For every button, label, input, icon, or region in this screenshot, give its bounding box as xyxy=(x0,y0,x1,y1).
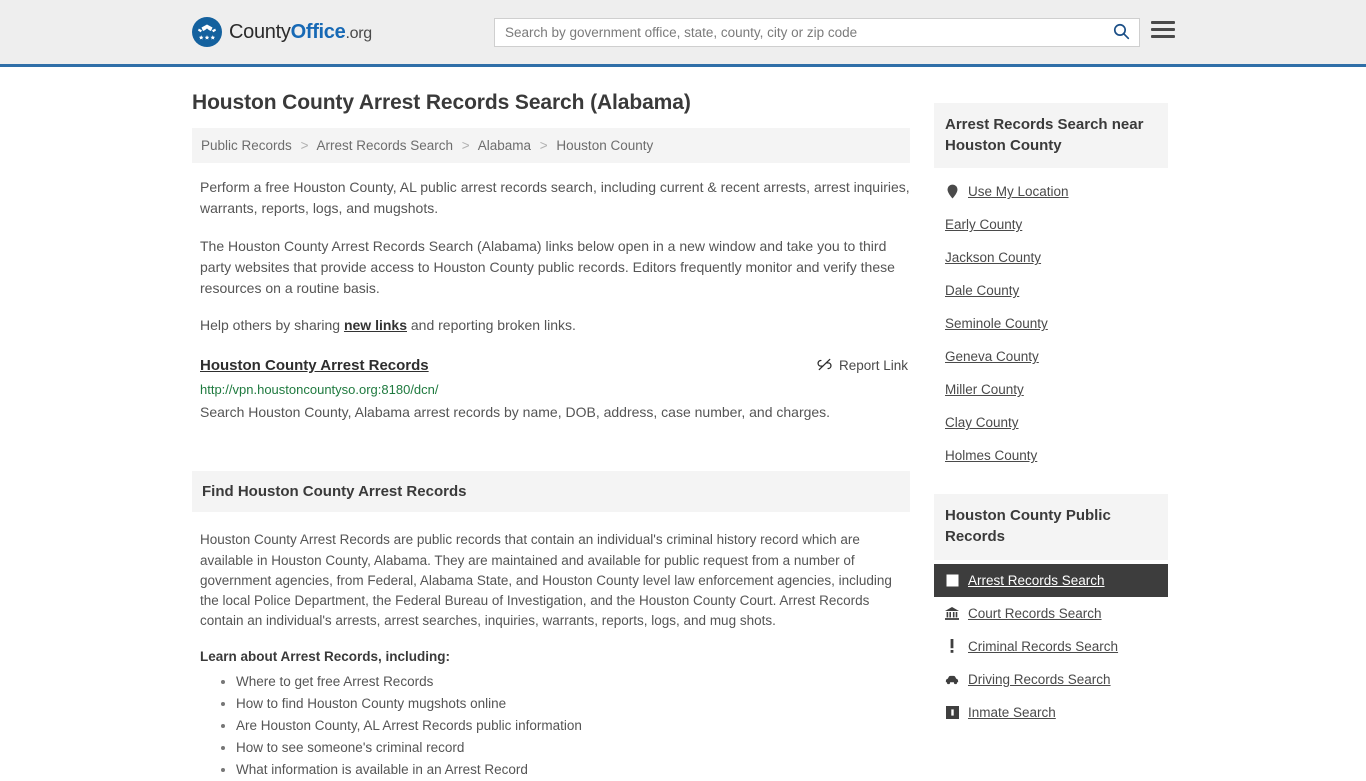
sidebar-item-arrest-records-search[interactable]: Arrest Records Search xyxy=(934,563,1168,597)
broken-link-icon xyxy=(817,357,832,375)
report-link-label: Report Link xyxy=(838,358,908,374)
hamburger-bar xyxy=(1151,28,1175,31)
sidebar-item-court-records-search[interactable]: Court Records Search xyxy=(934,597,1168,630)
sidebar-item-label[interactable]: Clay County xyxy=(945,415,1019,430)
sidebar-item-geneva-county[interactable]: Geneva County xyxy=(934,340,1168,373)
nearby-county-list: Use My Location Early County Jackson Cou… xyxy=(934,168,1168,472)
sidebar-item-seminole-county[interactable]: Seminole County xyxy=(934,307,1168,340)
main-content: Houston County Arrest Records Search (Al… xyxy=(192,67,910,781)
breadcrumb-item-houston-county[interactable]: Houston County xyxy=(556,138,653,153)
car-icon xyxy=(945,674,959,685)
intro-paragraph-2: The Houston County Arrest Records Search… xyxy=(200,237,895,297)
sidebar-item-inmate-search[interactable]: Inmate Search xyxy=(934,696,1168,729)
logo-org-text: .org xyxy=(345,24,372,42)
search-bar[interactable] xyxy=(494,18,1140,47)
exclamation-icon xyxy=(945,639,959,654)
result-header-row: Houston County Arrest Records Report Lin… xyxy=(200,357,910,375)
sidebar-item-label[interactable]: Holmes County xyxy=(945,448,1037,463)
sidebar-item-label[interactable]: Miller County xyxy=(945,382,1024,397)
jail-icon xyxy=(945,705,959,719)
sidebar-item-dale-county[interactable]: Dale County xyxy=(934,274,1168,307)
search-icon xyxy=(1113,23,1130,43)
sidebar-item-label[interactable]: Arrest Records Search xyxy=(968,573,1105,588)
search-input[interactable] xyxy=(495,25,1103,40)
sidebar-item-label[interactable]: Geneva County xyxy=(945,349,1039,364)
sidebar-item-label[interactable]: Court Records Search xyxy=(968,606,1102,621)
sidebar-item-label[interactable]: Driving Records Search xyxy=(968,672,1111,687)
list-item: What information is available in an Arre… xyxy=(236,760,910,780)
learn-about-heading: Learn about Arrest Records, including: xyxy=(200,648,451,664)
courthouse-icon xyxy=(945,606,959,620)
hamburger-bar xyxy=(1151,21,1175,24)
sidebar-item-driving-records-search[interactable]: Driving Records Search xyxy=(934,663,1168,696)
find-section-body: Houston County Arrest Records are public… xyxy=(200,532,892,629)
intro-paragraph-1: Perform a free Houston County, AL public… xyxy=(200,179,910,217)
sidebar-item-label[interactable]: Criminal Records Search xyxy=(968,639,1118,654)
public-records-panel-heading: Houston County Public Records xyxy=(934,494,1168,560)
sidebar-item-label[interactable]: Dale County xyxy=(945,283,1019,298)
nearby-panel-heading: Arrest Records Search near Houston Count… xyxy=(934,103,1168,169)
share-text-pre: Help others by sharing xyxy=(200,317,344,334)
sidebar-item-jackson-county[interactable]: Jackson County xyxy=(934,241,1168,274)
sidebar-item-miller-county[interactable]: Miller County xyxy=(934,373,1168,406)
site-logo[interactable]: CountyOffice.org xyxy=(192,17,372,47)
sidebar-item-label[interactable]: Inmate Search xyxy=(968,705,1056,720)
page-title: Houston County Arrest Records Search (Al… xyxy=(192,91,691,114)
sidebar-item-clay-county[interactable]: Clay County xyxy=(934,406,1168,439)
map-pin-icon xyxy=(945,184,959,199)
find-section-heading: Find Houston County Arrest Records xyxy=(192,471,910,513)
panel-spacer xyxy=(934,472,1168,494)
logo-county-text: County xyxy=(229,20,291,43)
report-link-button[interactable]: Report Link xyxy=(817,357,910,375)
list-item: How to see someone's criminal record xyxy=(236,738,910,758)
learn-about-list: Where to get free Arrest Records How to … xyxy=(192,672,910,780)
sidebar-item-use-my-location[interactable]: Use My Location xyxy=(934,168,1168,208)
breadcrumb-item-public-records[interactable]: Public Records xyxy=(201,138,292,153)
new-links-link[interactable]: new links xyxy=(344,317,407,333)
breadcrumb-item-arrest-records-search[interactable]: Arrest Records Search xyxy=(316,138,453,153)
breadcrumb-separator: > xyxy=(539,138,548,153)
breadcrumb: Public Records > Arrest Records Search >… xyxy=(192,128,910,163)
site-header: CountyOffice.org xyxy=(0,0,1366,67)
breadcrumb-separator: > xyxy=(461,138,470,153)
sidebar-item-label[interactable]: Early County xyxy=(945,217,1022,232)
result-url-link[interactable]: http://vpn.houstoncountyso.org:8180/dcn/ xyxy=(200,382,910,397)
result-description: Search Houston County, Alabama arrest re… xyxy=(200,403,831,420)
sidebar-item-label[interactable]: Use My Location xyxy=(968,184,1069,199)
sidebar-item-criminal-records-search[interactable]: Criminal Records Search xyxy=(934,630,1168,663)
public-records-list: Arrest Records Search Court Records Sear… xyxy=(934,563,1168,729)
search-button[interactable] xyxy=(1103,19,1139,46)
sidebar-item-holmes-county[interactable]: Holmes County xyxy=(934,439,1168,472)
sidebar: Arrest Records Search near Houston Count… xyxy=(934,67,1168,729)
page-body: Houston County Arrest Records Search (Al… xyxy=(0,67,1366,781)
hamburger-menu-icon[interactable] xyxy=(1151,21,1175,38)
breadcrumb-item-alabama[interactable]: Alabama xyxy=(478,138,531,153)
sidebar-item-label[interactable]: Seminole County xyxy=(945,316,1048,331)
result-title-link[interactable]: Houston County Arrest Records xyxy=(200,357,429,374)
result-entry: Houston County Arrest Records Report Lin… xyxy=(192,357,910,425)
intro-paragraph-3: Help others by sharing new links and rep… xyxy=(192,315,910,336)
eagle-seal-icon xyxy=(192,17,222,47)
breadcrumb-separator: > xyxy=(300,138,309,153)
sidebar-item-label[interactable]: Jackson County xyxy=(945,250,1041,265)
list-item: Are Houston County, AL Arrest Records pu… xyxy=(236,716,910,736)
logo-wordmark: CountyOffice.org xyxy=(229,21,372,44)
list-item: How to find Houston County mugshots onli… xyxy=(236,694,910,714)
hamburger-bar xyxy=(1151,35,1175,38)
logo-office-text: Office xyxy=(290,20,346,43)
white-square-icon xyxy=(945,574,959,587)
list-item: Where to get free Arrest Records xyxy=(236,672,910,692)
share-text-post: and reporting broken links. xyxy=(407,317,576,334)
sidebar-item-early-county[interactable]: Early County xyxy=(934,208,1168,241)
